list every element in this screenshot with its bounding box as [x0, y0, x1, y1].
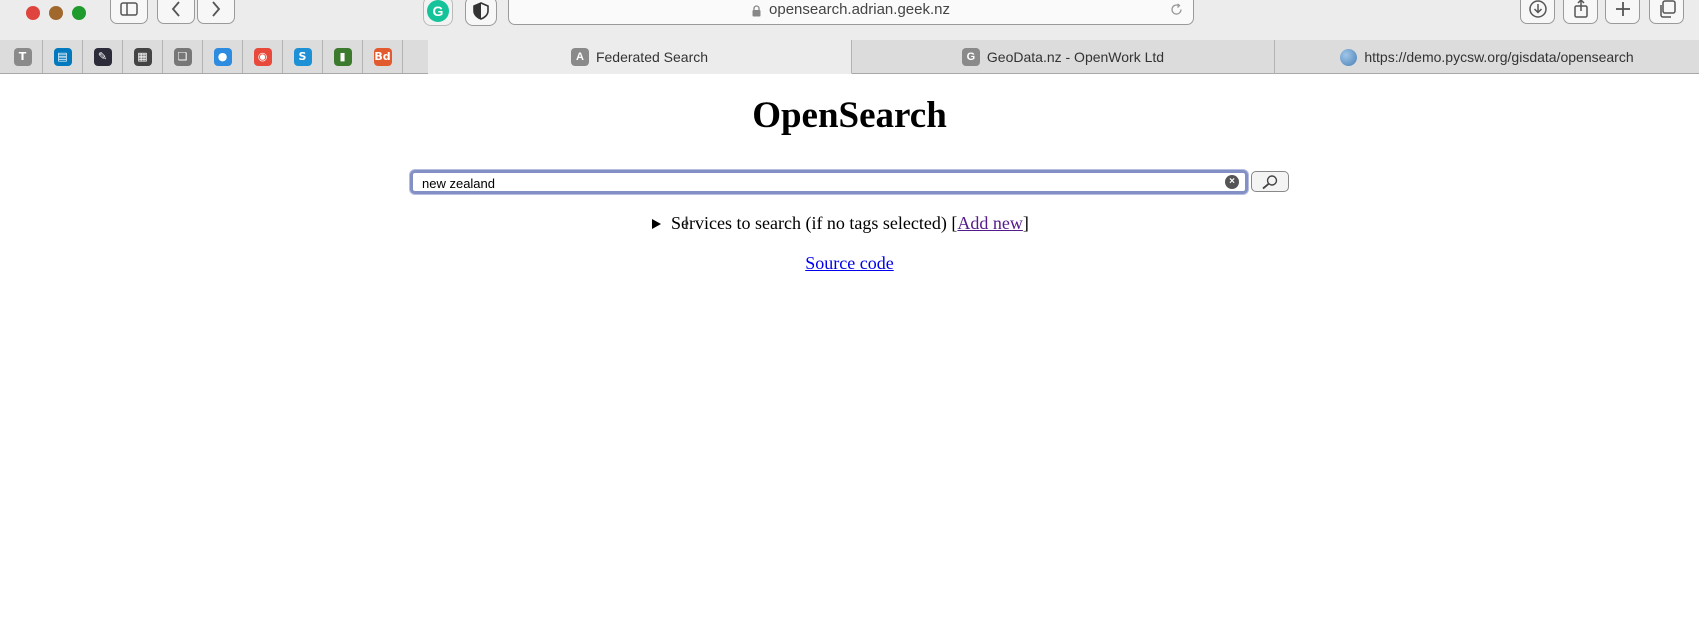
services-disclosure[interactable]: Services to search (if no tags selected)… — [652, 213, 1029, 234]
sidebar-toggle-button[interactable] — [110, 0, 148, 24]
download-icon — [1528, 0, 1547, 18]
pinned-tab[interactable]: ✎ — [83, 40, 123, 73]
source-code-container: Source code — [0, 253, 1699, 274]
pencil-note-icon: ✎ — [93, 47, 112, 66]
tab-bar: T ▤ ✎ ▦ ❏ ● ◉ S ▮ Bd A Federated Search G GeoData… — [0, 40, 1699, 74]
red-circle-app-icon: ◉ — [253, 47, 272, 66]
tab-geodata[interactable]: G GeoData.nz - OpenWork Ltd — [852, 40, 1275, 74]
pinned-tab[interactable]: ● — [203, 40, 243, 73]
grammarly-icon: G — [427, 0, 449, 22]
s-app-icon: S — [293, 47, 312, 66]
reload-icon[interactable] — [1170, 3, 1183, 16]
share-icon — [1573, 0, 1588, 18]
tab-favicon: A — [570, 47, 589, 66]
pinned-tab[interactable]: S — [283, 40, 323, 73]
search-input[interactable] — [422, 174, 1212, 192]
services-label: Services to search (if no tags selected)… — [671, 213, 958, 233]
globe-icon — [1340, 48, 1358, 66]
browser-toolbar: G opensearch.adrian.geek.nz — [0, 0, 1699, 40]
tab-favicon: G — [961, 48, 980, 66]
add-new-link[interactable]: Add new — [957, 213, 1023, 234]
tab-overview-icon — [1659, 0, 1676, 18]
page-title: OpenSearch — [752, 95, 947, 136]
close-window-button[interactable] — [26, 6, 40, 20]
magnifier-icon — [1262, 174, 1278, 189]
pinned-tab[interactable]: ◉ — [243, 40, 283, 73]
chevron-left-icon — [171, 1, 180, 17]
chevron-right-icon — [212, 1, 221, 17]
tab-overview-button[interactable] — [1649, 0, 1684, 24]
qr-code-icon: ▦ — [133, 47, 152, 66]
tab-label: Federated Search — [595, 48, 709, 65]
privacy-extension-button[interactable] — [465, 0, 497, 26]
t-app-icon: T — [13, 47, 32, 66]
bars-chart-icon: ▮ — [333, 47, 352, 66]
pinned-tab[interactable]: ▦ — [123, 40, 163, 73]
shield-icon — [473, 2, 489, 20]
pinned-tab[interactable]: ❏ — [163, 40, 203, 73]
sidebar-icon — [120, 2, 138, 16]
bd-app-icon: Bd — [373, 47, 392, 66]
source-code-link[interactable]: Source code — [805, 253, 893, 273]
clear-search-icon[interactable]: × — [1225, 175, 1239, 189]
text-cursor-icon: I — [684, 214, 690, 234]
disclosure-triangle-icon[interactable] — [652, 218, 661, 229]
search-button[interactable] — [1251, 171, 1289, 192]
address-bar[interactable]: opensearch.adrian.geek.nz — [508, 0, 1194, 25]
pinned-tab[interactable]: ▮ — [323, 40, 363, 73]
pinned-tab[interactable]: T — [3, 40, 43, 73]
minimize-window-button[interactable] — [49, 6, 63, 20]
downloads-button[interactable] — [1520, 0, 1555, 24]
tab-label: GeoData.nz - OpenWork Ltd — [986, 49, 1165, 65]
services-bracket-close: ] — [1022, 213, 1029, 233]
forward-button[interactable] — [197, 0, 235, 24]
chat-bubble-icon: ● — [213, 47, 232, 66]
url-text: opensearch.adrian.geek.nz — [769, 1, 950, 18]
search-field[interactable]: × — [410, 170, 1248, 194]
tab-pycsw-opensearch[interactable]: https://demo.pycsw.org/gisdata/opensearc… — [1275, 40, 1699, 74]
pinned-tab[interactable]: ▤ — [43, 40, 83, 73]
new-tab-button[interactable] — [1605, 0, 1640, 24]
grammarly-extension-button[interactable]: G — [423, 0, 453, 26]
tab-federated-search[interactable]: A Federated Search — [428, 40, 852, 74]
pinned-tab[interactable]: Bd — [363, 40, 403, 73]
share-button[interactable] — [1563, 0, 1598, 24]
script-icon: ❏ — [173, 47, 192, 66]
trello-icon: ▤ — [53, 47, 72, 66]
tab-label: https://demo.pycsw.org/gisdata/opensearc… — [1364, 49, 1634, 65]
plus-icon — [1615, 2, 1630, 16]
back-button[interactable] — [157, 0, 195, 24]
lock-icon — [752, 4, 761, 16]
zoom-window-button[interactable] — [72, 6, 86, 20]
